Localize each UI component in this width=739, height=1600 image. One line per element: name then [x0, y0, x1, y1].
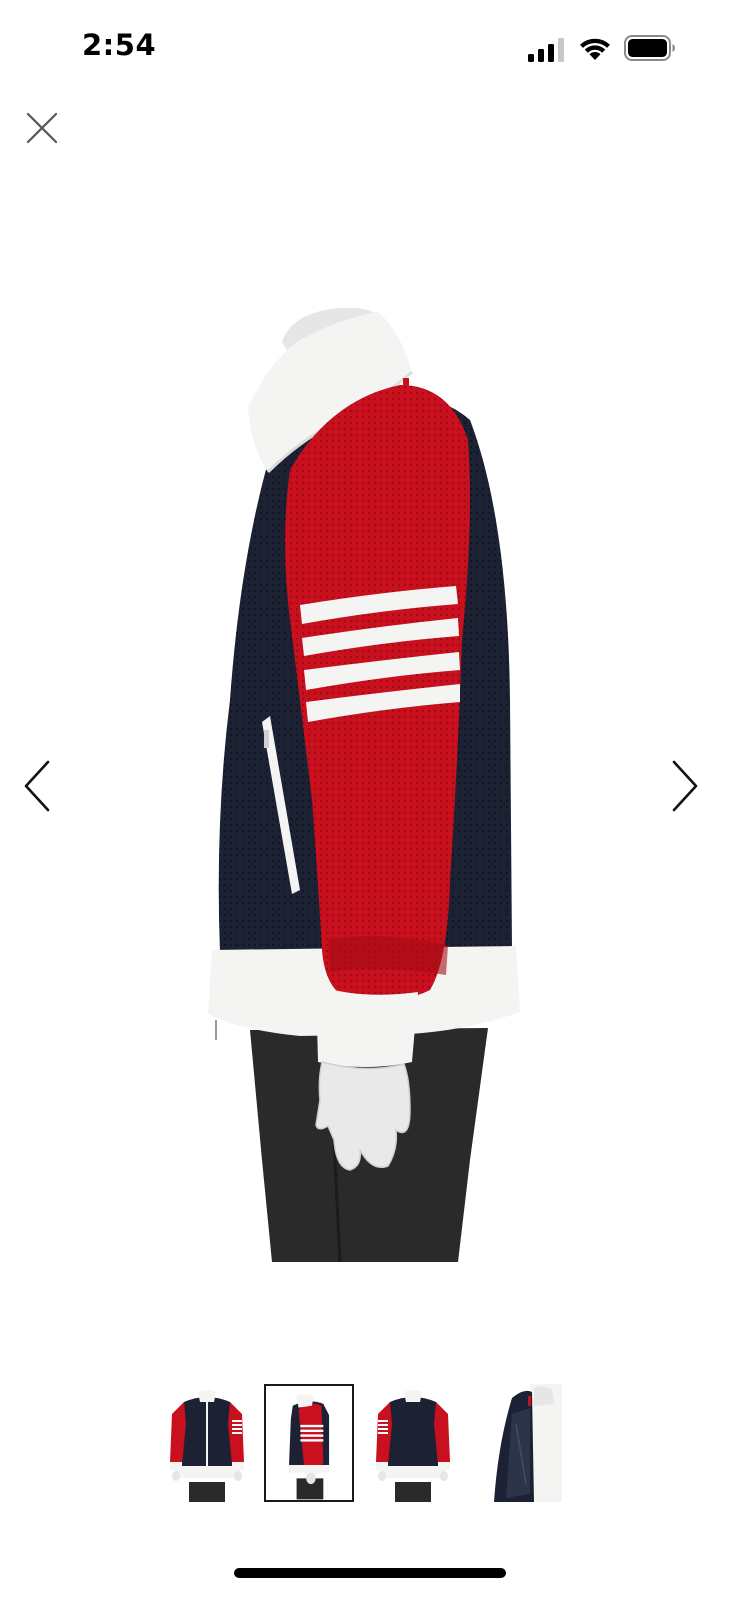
jacket-side-view-image [208, 307, 520, 1263]
home-indicator[interactable] [234, 1568, 506, 1578]
wifi-icon [580, 38, 610, 60]
status-time: 2:54 [82, 28, 157, 62]
previous-image-button[interactable] [18, 758, 58, 814]
thumbnail-front-image [170, 1390, 244, 1502]
thumbnail-interior-image [494, 1384, 562, 1502]
thumbnail-side-image [288, 1394, 330, 1500]
chevron-right-icon [672, 760, 698, 812]
close-button[interactable] [22, 108, 62, 148]
thumbnail-front[interactable] [162, 1384, 252, 1502]
thumbnail-interior[interactable] [472, 1384, 562, 1502]
thumbnail-back[interactable] [368, 1384, 458, 1502]
thumbnail-side[interactable] [264, 1384, 354, 1502]
close-icon [26, 112, 58, 144]
cellular-signal-icon [528, 38, 564, 62]
thumbnail-back-image [376, 1390, 450, 1502]
main-product-image[interactable] [0, 160, 739, 1380]
next-image-button[interactable] [664, 758, 704, 814]
status-bar: 2:54 [0, 0, 739, 100]
thumbnail-strip [0, 1384, 739, 1508]
chevron-left-icon [24, 760, 50, 812]
battery-icon [624, 35, 675, 61]
